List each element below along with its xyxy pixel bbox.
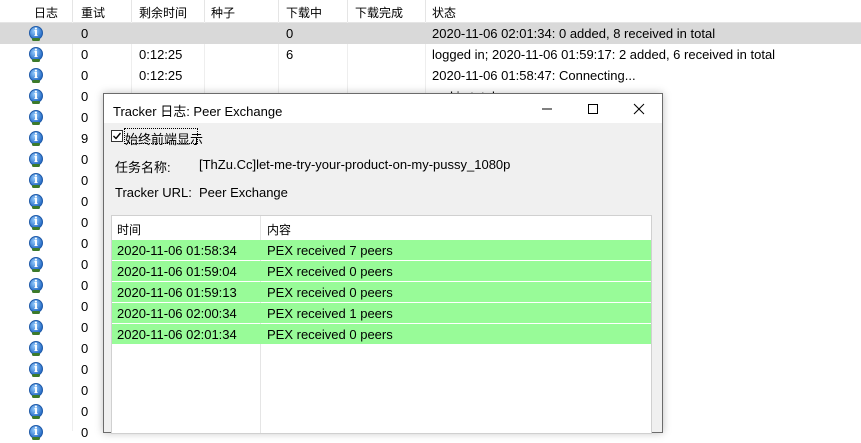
remaining-time-cell: 0:12:25 bbox=[139, 47, 183, 62]
always-on-top-label[interactable]: 始终前端显示 bbox=[125, 129, 203, 148]
info-icon bbox=[29, 194, 43, 209]
maximize-button[interactable] bbox=[570, 94, 616, 123]
log-row[interactable]: 2020-11-06 02:00:34 PEX received 1 peers bbox=[112, 303, 651, 323]
column-header-seeds[interactable]: 种子 bbox=[211, 4, 235, 21]
info-icon bbox=[29, 257, 43, 272]
info-icon bbox=[29, 131, 43, 146]
checkmark-icon bbox=[113, 132, 122, 140]
always-on-top-checkbox[interactable] bbox=[111, 130, 123, 142]
retry-cell: 0 bbox=[81, 68, 89, 83]
retry-cell: 0 bbox=[81, 320, 89, 335]
info-icon bbox=[29, 383, 43, 398]
log-list-header: 时间 内容 bbox=[112, 216, 651, 238]
info-icon bbox=[29, 341, 43, 356]
log-time: 2020-11-06 01:58:34 bbox=[117, 243, 237, 258]
info-icon bbox=[29, 362, 43, 377]
tracker-list-header: 日志 重试 剩余时间 种子 下载中 下载完成 状态 bbox=[0, 0, 861, 23]
column-divider[interactable] bbox=[72, 0, 73, 22]
retry-cell: 0 bbox=[81, 47, 89, 62]
info-icon bbox=[29, 215, 43, 230]
log-row[interactable]: 2020-11-06 01:58:34 PEX received 7 peers bbox=[112, 240, 651, 260]
log-content: PEX received 7 peers bbox=[267, 243, 393, 258]
info-icon bbox=[29, 68, 43, 83]
info-icon bbox=[29, 47, 43, 62]
info-icon bbox=[29, 110, 43, 125]
status-cell: 2020-11-06 01:58:47: Connecting... bbox=[432, 68, 636, 83]
minimize-button[interactable] bbox=[524, 94, 570, 123]
retry-cell: 0 bbox=[81, 278, 89, 293]
log-list[interactable]: 时间 内容 2020-11-06 01:58:34 PEX received 7 … bbox=[111, 215, 652, 434]
log-time: 2020-11-06 01:59:13 bbox=[117, 285, 237, 300]
close-icon bbox=[633, 103, 645, 115]
retry-cell: 0 bbox=[81, 383, 89, 398]
retry-cell: 0 bbox=[81, 404, 89, 419]
retry-cell: 0 bbox=[81, 194, 89, 209]
log-row[interactable]: 2020-11-06 01:59:13 PEX received 0 peers bbox=[112, 282, 651, 302]
log-content: PEX received 0 peers bbox=[267, 327, 393, 342]
status-cell: 2020-11-06 02:01:34: 0 added, 8 received… bbox=[432, 26, 716, 41]
retry-cell: 0 bbox=[81, 26, 89, 41]
retry-cell: 0 bbox=[81, 299, 89, 314]
maximize-icon bbox=[588, 104, 598, 115]
task-name-label: 任务名称: bbox=[115, 160, 171, 175]
tracker-url-value: Peer Exchange bbox=[199, 185, 288, 200]
log-row[interactable]: 2020-11-06 02:01:34 PEX received 0 peers bbox=[112, 324, 651, 344]
column-header-downloading[interactable]: 下载中 bbox=[286, 4, 322, 21]
downloading-cell: 0 bbox=[286, 26, 294, 41]
column-header-time[interactable]: 时间 bbox=[117, 221, 141, 238]
close-button[interactable] bbox=[616, 94, 662, 123]
column-divider[interactable] bbox=[347, 0, 348, 22]
minimize-icon bbox=[542, 108, 552, 110]
info-icon bbox=[29, 236, 43, 251]
tracker-url-label: Tracker URL: bbox=[115, 185, 192, 200]
task-name-value: [ThZu.Cc]let-me-try-your-product-on-my-p… bbox=[199, 157, 511, 172]
info-icon bbox=[29, 173, 43, 188]
info-icon bbox=[29, 89, 43, 104]
log-content: PEX received 0 peers bbox=[267, 264, 393, 279]
column-divider[interactable] bbox=[204, 0, 205, 22]
column-divider[interactable] bbox=[425, 0, 426, 22]
retry-cell: 0 bbox=[81, 110, 89, 125]
retry-cell: 0 bbox=[81, 425, 89, 440]
tracker-row[interactable]: 0 0:12:25 6 logged in; 2020-11-06 01:59:17:… bbox=[0, 44, 861, 65]
log-time: 2020-11-06 02:01:34 bbox=[117, 327, 237, 342]
info-icon bbox=[29, 278, 43, 293]
log-time: 2020-11-06 01:59:04 bbox=[117, 264, 237, 279]
downloading-cell: 6 bbox=[286, 47, 294, 62]
retry-cell: 0 bbox=[81, 257, 89, 272]
log-content: PEX received 0 peers bbox=[267, 285, 393, 300]
retry-cell: 0 bbox=[81, 173, 89, 188]
tracker-log-dialog: Tracker 日志: Peer Exchange 始终前端显示 任务名称: [… bbox=[103, 93, 663, 434]
retry-cell: 0 bbox=[81, 236, 89, 251]
column-header-content[interactable]: 内容 bbox=[267, 221, 291, 238]
log-time: 2020-11-06 02:00:34 bbox=[117, 306, 237, 321]
info-icon bbox=[29, 26, 43, 41]
column-divider[interactable] bbox=[278, 0, 279, 22]
column-header-remaining[interactable]: 剩余时间 bbox=[139, 4, 187, 21]
retry-cell: 0 bbox=[81, 215, 89, 230]
info-icon bbox=[29, 425, 43, 440]
status-cell: logged in; 2020-11-06 01:59:17: 2 added,… bbox=[432, 47, 776, 62]
dialog-title: Tracker 日志: Peer Exchange bbox=[113, 104, 283, 119]
tracker-row[interactable]: 0 0 2020-11-06 02:01:34: 0 added, 8 receiv… bbox=[0, 23, 861, 44]
info-icon bbox=[29, 299, 43, 314]
retry-cell: 9 bbox=[81, 131, 89, 146]
column-header-log[interactable]: 日志 bbox=[34, 4, 58, 21]
retry-cell: 0 bbox=[81, 341, 89, 356]
column-header-status[interactable]: 状态 bbox=[432, 4, 456, 21]
retry-cell: 0 bbox=[81, 362, 89, 377]
remaining-time-cell: 0:12:25 bbox=[139, 68, 183, 83]
log-row[interactable]: 2020-11-06 01:59:04 PEX received 0 peers bbox=[112, 261, 651, 281]
column-divider[interactable] bbox=[131, 0, 132, 22]
log-content: PEX received 1 peers bbox=[267, 306, 393, 321]
column-header-completed[interactable]: 下载完成 bbox=[355, 4, 403, 21]
retry-cell: 0 bbox=[81, 152, 89, 167]
info-icon bbox=[29, 320, 43, 335]
info-icon bbox=[29, 404, 43, 419]
dialog-titlebar[interactable]: Tracker 日志: Peer Exchange bbox=[104, 94, 662, 123]
info-icon bbox=[29, 152, 43, 167]
column-header-retry[interactable]: 重试 bbox=[81, 4, 105, 21]
retry-cell: 0 bbox=[81, 89, 89, 104]
tracker-row[interactable]: 0 0:12:25 2020-11-06 01:58:47: Connecting.… bbox=[0, 65, 861, 86]
